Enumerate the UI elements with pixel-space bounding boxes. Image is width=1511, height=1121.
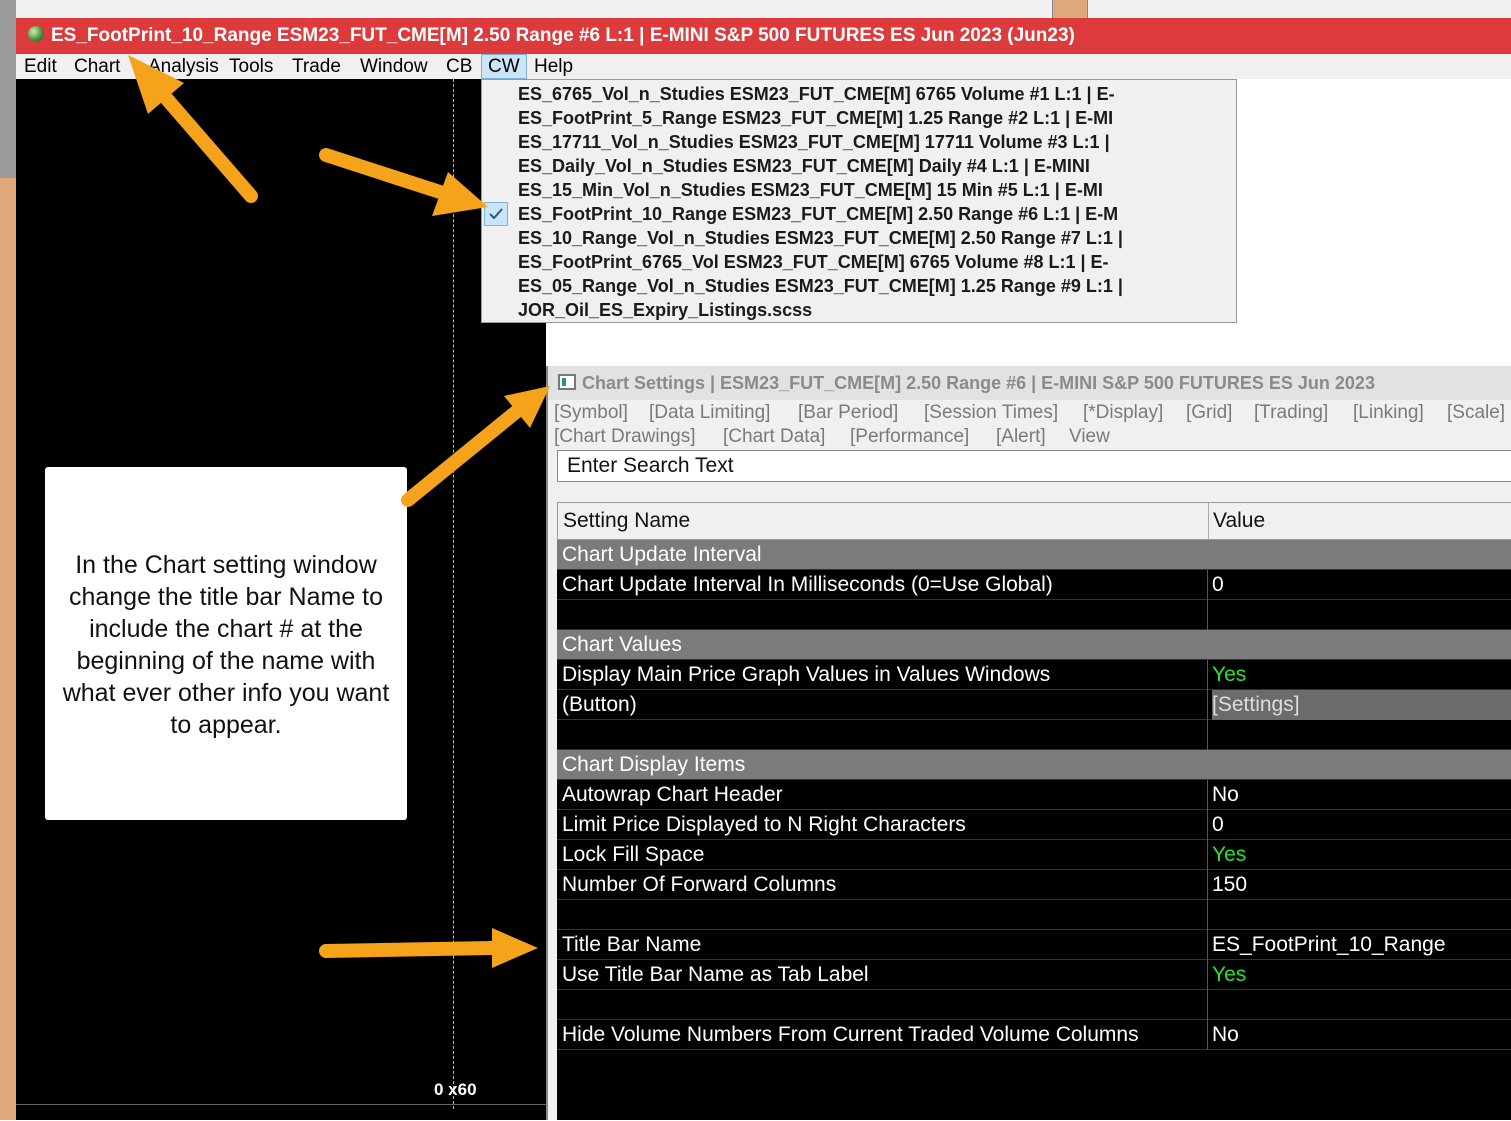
- cw-menu-item[interactable]: ES_05_Range_Vol_n_Studies ESM23_FUT_CME[…: [518, 274, 1123, 298]
- setting-name: Chart Display Items: [562, 753, 746, 776]
- setting-name: Use Title Bar Name as Tab Label: [562, 963, 869, 986]
- callout-text: In the Chart setting window change the t…: [62, 551, 390, 739]
- tab-view[interactable]: View: [1069, 425, 1110, 449]
- desktop-background: [0, 0, 16, 178]
- settings-button[interactable]: [Settings]: [1212, 690, 1511, 720]
- grid-header: Setting Name Value: [557, 502, 1511, 540]
- background-window-edge: [1052, 0, 1088, 18]
- setting-name: Limit Price Displayed to N Right Charact…: [562, 813, 966, 836]
- setting-name: Chart Values: [562, 633, 682, 656]
- tab-bar-period[interactable]: [Bar Period]: [798, 401, 898, 425]
- window-icon: [558, 374, 576, 391]
- menu-help[interactable]: Help: [534, 54, 573, 79]
- search-input[interactable]: Enter Search Text: [557, 450, 1511, 482]
- setting-name: Display Main Price Graph Values in Value…: [562, 663, 1051, 686]
- cw-menu-item[interactable]: ES_17711_Vol_n_Studies ESM23_FUT_CME[M] …: [518, 130, 1110, 154]
- setting-name: Hide Volume Numbers From Current Traded …: [562, 1023, 1139, 1046]
- cw-menu-item[interactable]: ES_10_Range_Vol_n_Studies ESM23_FUT_CME[…: [518, 226, 1123, 250]
- setting-name: Title Bar Name: [562, 933, 702, 956]
- settings-row[interactable]: Title Bar Name ES_FootPrint_10_Range: [557, 930, 1511, 960]
- tab-chart-data[interactable]: [Chart Data]: [723, 425, 825, 449]
- tab-alert[interactable]: [Alert]: [996, 425, 1046, 449]
- settings-grid: Setting Name Value Chart Update Interval…: [557, 502, 1511, 1120]
- window-title-bar[interactable]: ES_FootPrint_10_Range ESM23_FUT_CME[M] 2…: [16, 18, 1511, 54]
- setting-value[interactable]: Yes: [1212, 660, 1246, 690]
- menu-cw[interactable]: CW: [481, 54, 527, 79]
- desktop-background-left: [0, 178, 16, 1120]
- settings-spacer-row: [557, 990, 1511, 1020]
- setting-value[interactable]: 0: [1212, 810, 1224, 840]
- settings-row[interactable]: Display Main Price Graph Values in Value…: [557, 660, 1511, 690]
- tab-chart-drawings[interactable]: [Chart Drawings]: [554, 425, 696, 449]
- price-label: 0 x60: [434, 1080, 477, 1099]
- setting-name: Lock Fill Space: [562, 843, 705, 866]
- chart-crosshair-line: [453, 79, 454, 1109]
- cw-menu-item[interactable]: ES_6765_Vol_n_Studies ESM23_FUT_CME[M] 6…: [518, 82, 1115, 106]
- tab-grid[interactable]: [Grid]: [1186, 401, 1232, 425]
- tab-performance[interactable]: [Performance]: [850, 425, 969, 449]
- settings-spacer-row: [557, 600, 1511, 630]
- settings-spacer-row: [557, 900, 1511, 930]
- tab-trading[interactable]: [Trading]: [1254, 401, 1328, 425]
- tab-symbol[interactable]: [Symbol]: [554, 401, 628, 425]
- setting-name: Number Of Forward Columns: [562, 873, 837, 896]
- tab-scale[interactable]: [Scale]: [1447, 401, 1505, 425]
- settings-row[interactable]: Use Title Bar Name as Tab Label Yes: [557, 960, 1511, 990]
- settings-title-bar[interactable]: Chart Settings | ESM23_FUT_CME[M] 2.50 R…: [548, 366, 1511, 400]
- globe-icon: [28, 25, 44, 42]
- setting-value[interactable]: 0: [1212, 570, 1224, 600]
- cw-menu-item[interactable]: ES_Daily_Vol_n_Studies ESM23_FUT_CME[M] …: [518, 154, 1090, 178]
- column-header-setting-name[interactable]: Setting Name: [563, 503, 690, 539]
- tab-linking[interactable]: [Linking]: [1353, 401, 1424, 425]
- setting-value[interactable]: No: [1212, 780, 1239, 810]
- cw-menu-item[interactable]: ES_15_Min_Vol_n_Studies ESM23_FUT_CME[M]…: [518, 178, 1103, 202]
- settings-row[interactable]: Number Of Forward Columns 150: [557, 870, 1511, 900]
- setting-name: Chart Update Interval: [562, 543, 762, 566]
- tab-display[interactable]: [*Display]: [1083, 401, 1163, 425]
- chart-bottom-values-row: [16, 1104, 546, 1121]
- tab-data-limiting[interactable]: [Data Limiting]: [649, 401, 770, 425]
- cw-menu-item[interactable]: JOR_Oil_ES_Expiry_Listings.scss: [518, 298, 812, 322]
- settings-row[interactable]: Hide Volume Numbers From Current Traded …: [557, 1020, 1511, 1050]
- setting-name: Autowrap Chart Header: [562, 783, 783, 806]
- instruction-callout: In the Chart setting window change the t…: [45, 467, 407, 820]
- settings-section-header[interactable]: Chart Display Items: [557, 750, 1511, 780]
- menu-edit[interactable]: Edit: [24, 54, 57, 79]
- settings-spacer-row: [557, 720, 1511, 750]
- settings-title: Chart Settings | ESM23_FUT_CME[M] 2.50 R…: [582, 373, 1375, 393]
- checkmark-icon: [484, 202, 508, 226]
- setting-value[interactable]: Yes: [1212, 840, 1246, 870]
- setting-value[interactable]: 150: [1212, 870, 1247, 900]
- menu-analysis[interactable]: Analysis: [148, 54, 219, 79]
- chart-settings-window: Chart Settings | ESM23_FUT_CME[M] 2.50 R…: [546, 366, 1511, 1120]
- settings-row[interactable]: Lock Fill Space Yes: [557, 840, 1511, 870]
- menu-trade[interactable]: Trade: [292, 54, 341, 79]
- menu-tools[interactable]: Tools: [229, 54, 273, 79]
- menu-bar: Edit Chart Analysis Tools Trade Window C…: [16, 54, 1511, 79]
- setting-value[interactable]: Yes: [1212, 960, 1246, 990]
- cw-menu-dropdown: ES_6765_Vol_n_Studies ESM23_FUT_CME[M] 6…: [481, 79, 1237, 323]
- desktop-top-strip: [16, 0, 1511, 18]
- cw-menu-item[interactable]: ES_FootPrint_6765_Vol ESM23_FUT_CME[M] 6…: [518, 250, 1109, 274]
- settings-row[interactable]: Limit Price Displayed to N Right Charact…: [557, 810, 1511, 840]
- cw-menu-item[interactable]: ES_FootPrint_5_Range ESM23_FUT_CME[M] 1.…: [518, 106, 1113, 130]
- setting-name: Chart Update Interval In Milliseconds (0…: [562, 573, 1053, 596]
- settings-row[interactable]: Chart Update Interval In Milliseconds (0…: [557, 570, 1511, 600]
- tab-session-times[interactable]: [Session Times]: [924, 401, 1058, 425]
- settings-row[interactable]: (Button) [Settings]: [557, 690, 1511, 720]
- column-header-value[interactable]: Value: [1213, 503, 1265, 539]
- window-title: ES_FootPrint_10_Range ESM23_FUT_CME[M] 2…: [51, 25, 1075, 46]
- setting-name: (Button): [562, 693, 637, 716]
- menu-cb[interactable]: CB: [446, 54, 472, 79]
- settings-section-header[interactable]: Chart Values: [557, 630, 1511, 660]
- settings-row[interactable]: Autowrap Chart Header No: [557, 780, 1511, 810]
- menu-chart[interactable]: Chart: [74, 54, 120, 79]
- settings-section-header[interactable]: Chart Update Interval: [557, 540, 1511, 570]
- menu-window[interactable]: Window: [360, 54, 428, 79]
- setting-value[interactable]: No: [1212, 1020, 1239, 1050]
- setting-value[interactable]: ES_FootPrint_10_Range: [1212, 930, 1446, 960]
- cw-menu-item-checked[interactable]: ES_FootPrint_10_Range ESM23_FUT_CME[M] 2…: [518, 202, 1118, 226]
